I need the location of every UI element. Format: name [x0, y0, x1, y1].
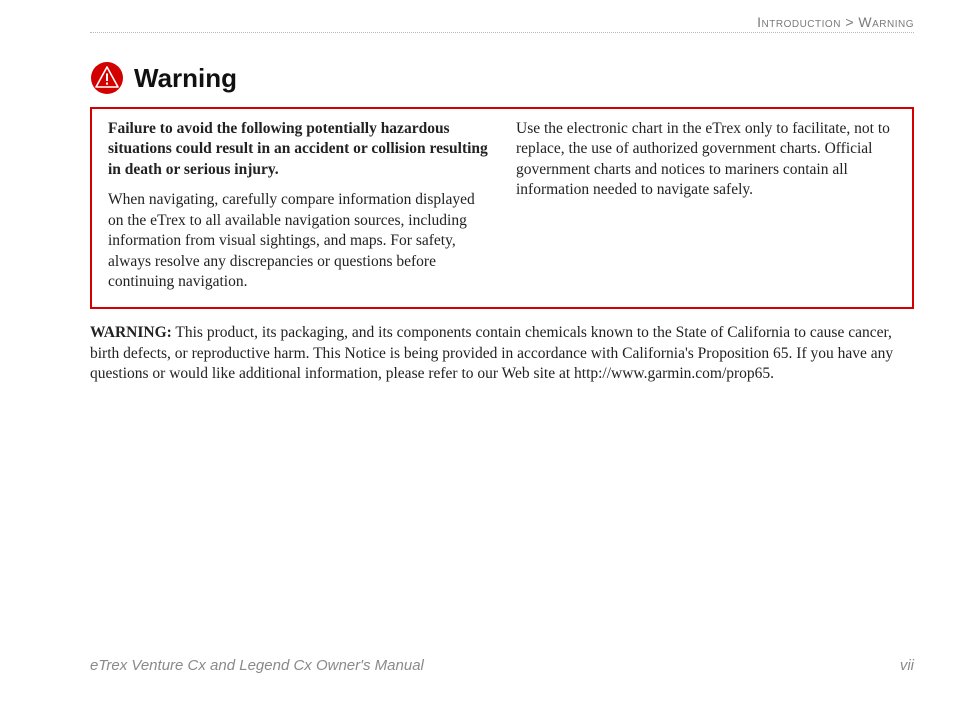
- warning-paragraph-1: When navigating, carefully compare infor…: [108, 190, 488, 292]
- breadcrumb: Introduction > Warning: [757, 14, 914, 30]
- prop65-notice: WARNING: This product, its packaging, an…: [90, 323, 914, 386]
- warning-triangle-icon: [90, 61, 124, 95]
- top-rule: [90, 32, 914, 33]
- warning-paragraph-2: Use the electronic chart in the eTrex on…: [516, 119, 896, 201]
- document-page: Introduction > Warning Warning Failure t…: [0, 0, 954, 716]
- warning-box: Failure to avoid the following potential…: [90, 107, 914, 309]
- footer-manual-title: eTrex Venture Cx and Legend Cx Owner's M…: [90, 657, 424, 674]
- footer-page-number: vii: [900, 657, 914, 674]
- prop65-text: This product, its packaging, and its com…: [90, 324, 893, 383]
- heading-row: Warning: [90, 61, 914, 95]
- prop65-label: WARNING:: [90, 324, 172, 341]
- breadcrumb-separator: >: [845, 14, 854, 30]
- page-title: Warning: [134, 63, 237, 94]
- page-footer: eTrex Venture Cx and Legend Cx Owner's M…: [90, 657, 914, 674]
- breadcrumb-page: Warning: [858, 14, 914, 30]
- breadcrumb-section: Introduction: [757, 14, 841, 30]
- warning-lead: Failure to avoid the following potential…: [108, 119, 488, 180]
